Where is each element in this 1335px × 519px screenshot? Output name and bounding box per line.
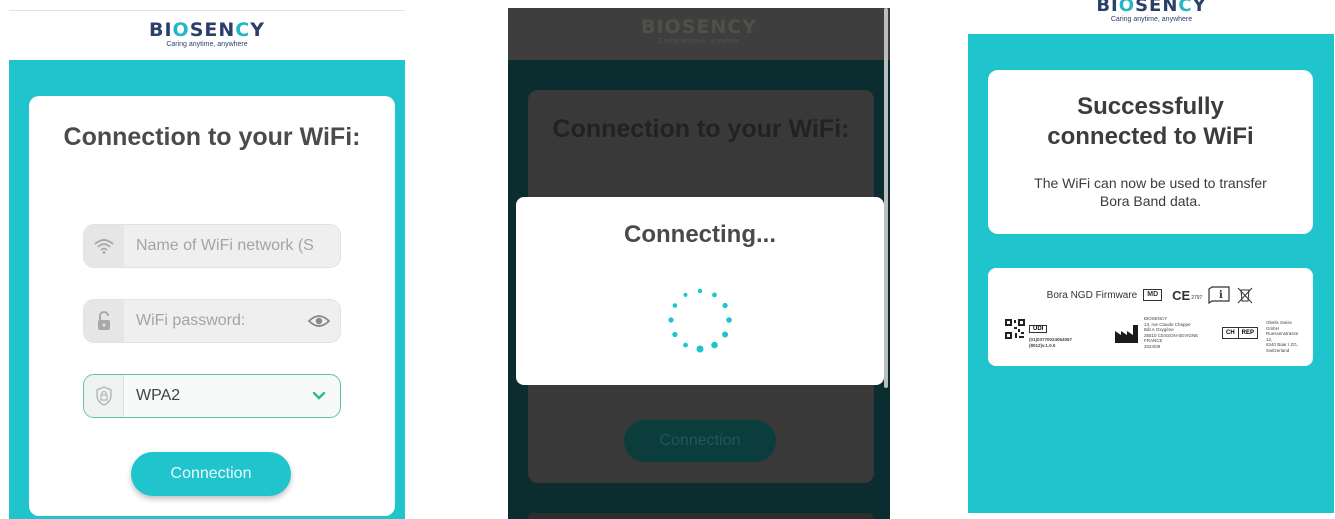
wifi-ssid-field[interactable]: Name of WiFi network (S <box>83 224 341 268</box>
udi-version: (8012)v.1.0.0 <box>1029 342 1056 348</box>
connection-button[interactable]: Connection <box>131 452 291 496</box>
page-title: Connection to your WiFi: <box>63 123 361 151</box>
top-divider <box>9 10 405 11</box>
wifi-form-screen: BIOSENCY Caring anytime, anywhere Connec… <box>9 8 405 519</box>
wifi-password-field[interactable]: WiFi password: <box>83 299 341 343</box>
connecting-modal: Connecting... <box>516 197 884 385</box>
udi-block: UDI (01)03770024064067 (8012)v.1.0.0 <box>1029 317 1072 348</box>
wifi-icon <box>84 225 124 267</box>
shield-icon <box>84 375 124 417</box>
manufacturer-line: 2024/09 <box>1144 343 1161 349</box>
udi-mark: UDI <box>1029 325 1048 333</box>
dimmed-page-title: Connection to your WiFi: <box>552 115 850 143</box>
brand-tagline: Caring anytime, anywhere <box>166 41 248 48</box>
connecting-screen: BIOSENCY Caring anytime, anywhere Connec… <box>508 8 890 519</box>
modal-title: Connecting... <box>624 221 776 248</box>
regulatory-label-card: Bora NGD Firmware MD CE 2797 i UDI (01)0… <box>988 268 1313 366</box>
ch-label: CH <box>1222 327 1239 339</box>
security-selected-value: WPA2 <box>136 387 181 404</box>
brand-tagline: Caring anytime, anywhere <box>658 38 740 45</box>
success-card: Successfully connected to WiFi The WiFi … <box>988 70 1313 234</box>
md-mark: MD <box>1143 289 1163 301</box>
ch-rep-mark: CH REP <box>1222 327 1259 339</box>
wifi-form-card: Connection to your WiFi: Name of WiFi ne… <box>29 96 395 516</box>
chevron-down-icon <box>312 389 326 408</box>
success-screen: BIOSENCY Caring anytime, anywhere Succes… <box>968 0 1335 519</box>
rep-address: Obelis Swiss GmbH Ruessenstrasse 12, 634… <box>1266 320 1304 353</box>
manufacturer-address: BIOSENCY 13, rue Claude Chappe Bât A Oxy… <box>1144 316 1198 349</box>
rep-line: Obelis Swiss GmbH <box>1266 320 1292 331</box>
unlock-icon <box>84 300 124 342</box>
brand-logo: BIOSENCY <box>1096 0 1207 16</box>
svg-text:i: i <box>1219 290 1223 301</box>
rep-line: Switzerland <box>1266 347 1290 353</box>
firmware-row: Bora NGD Firmware MD CE 2797 i <box>988 286 1313 304</box>
show-password-eye-icon[interactable] <box>307 311 331 336</box>
dimmed-bottom-card <box>528 513 874 519</box>
instructions-book-icon: i <box>1208 286 1230 304</box>
rep-label: REP <box>1238 327 1259 339</box>
do-not-dispose-icon <box>1237 287 1253 304</box>
udi-code: (01)03770024064067 <box>1029 337 1073 342</box>
brand-header-dimmed: BIOSENCY Caring anytime, anywhere <box>508 16 890 46</box>
brand-tagline: Caring anytime, anywhere <box>1110 16 1193 23</box>
ce-mark: CE <box>1172 287 1191 303</box>
password-placeholder: WiFi password: <box>136 312 246 329</box>
success-message: The WiFi can now be used to transfer Bor… <box>1034 175 1267 209</box>
ssid-placeholder: Name of WiFi network (S <box>136 237 314 254</box>
regulatory-row: UDI (01)03770024064067 (8012)v.1.0.0 BIO… <box>1004 316 1304 356</box>
brand-logo: BIOSENCY <box>640 16 757 38</box>
security-type-select[interactable]: WPA2 <box>83 374 341 418</box>
loading-spinner-icon <box>668 288 732 353</box>
success-title: Successfully connected to WiFi <box>1047 93 1254 150</box>
rep-line: Ruessenstrasse 12, <box>1266 331 1299 342</box>
ce-number: 2797 <box>1191 294 1203 301</box>
qr-code-icon <box>1004 318 1026 340</box>
firmware-label: Bora NGD Firmware <box>1046 289 1138 301</box>
brand-header: BIOSENCY Caring anytime, anywhere <box>968 0 1335 23</box>
manufacturer-icon <box>1115 325 1138 343</box>
brand-logo: BIOSENCY <box>148 19 265 41</box>
brand-header: BIOSENCY Caring anytime, anywhere <box>9 19 405 49</box>
dimmed-connection-button: Connection <box>624 420 776 462</box>
scrollbar[interactable] <box>884 8 888 388</box>
